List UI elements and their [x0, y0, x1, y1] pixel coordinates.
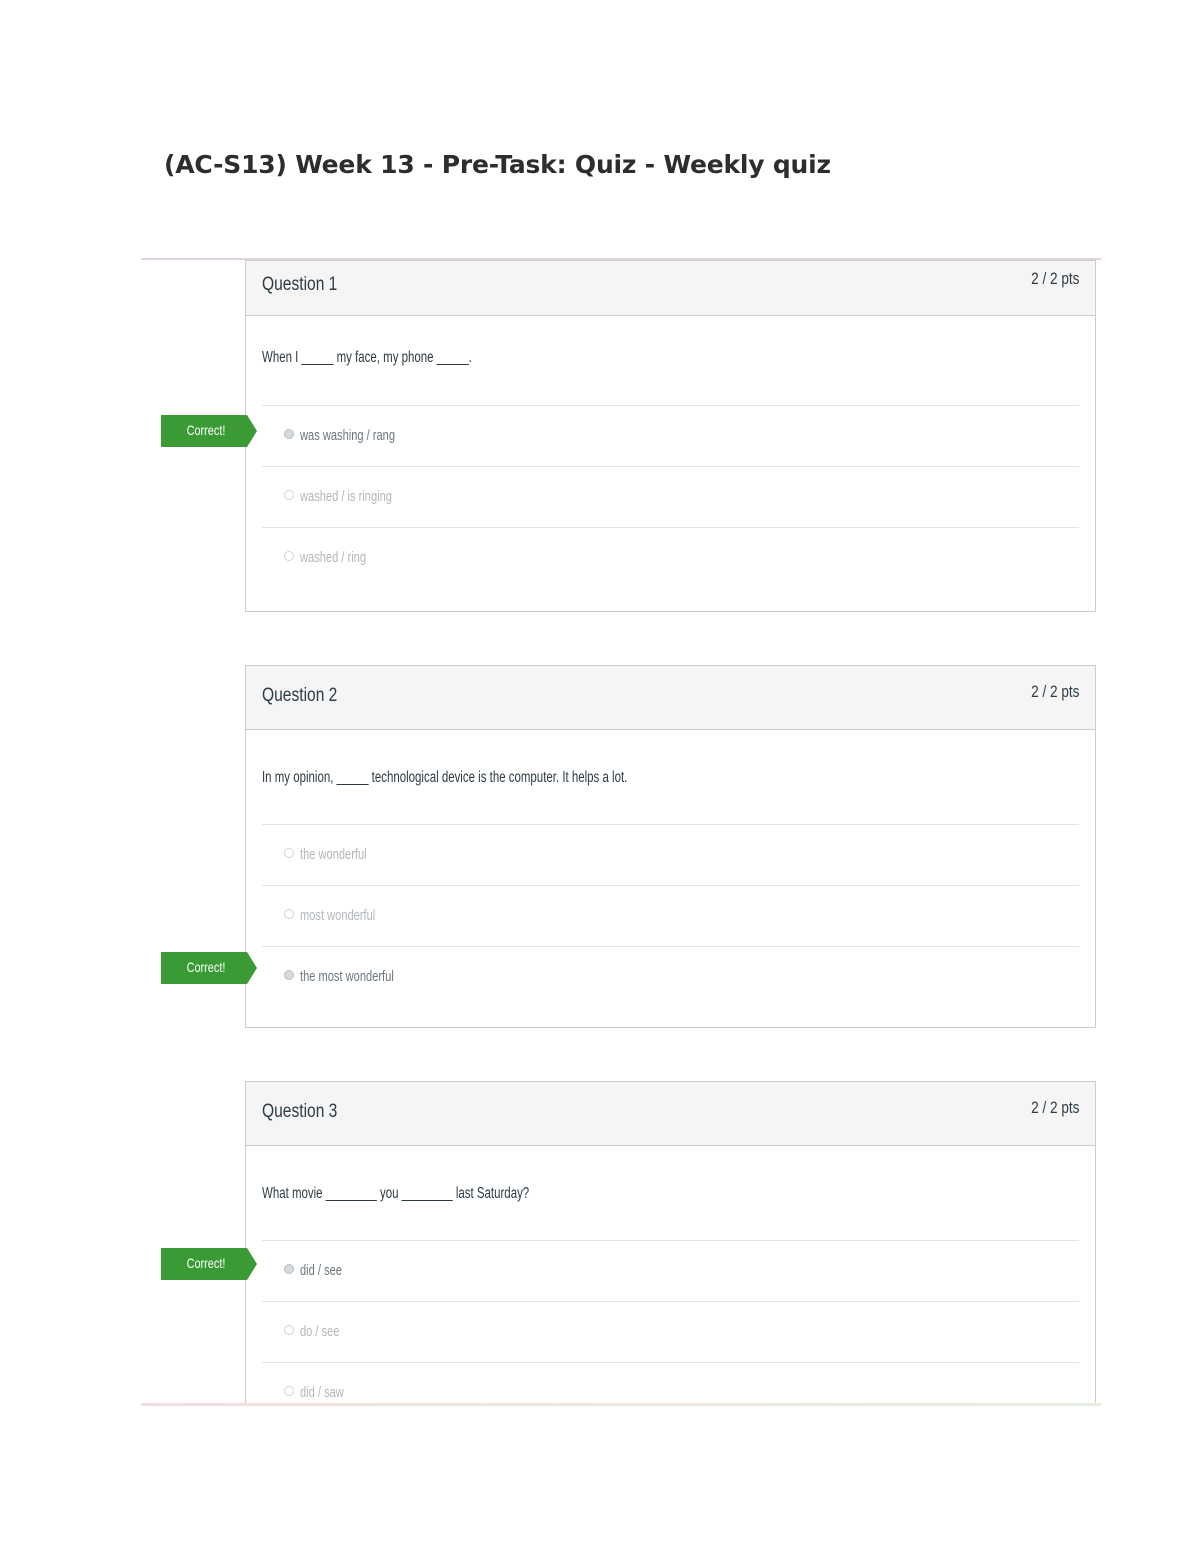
answer-option[interactable]: do / see: [262, 1301, 1079, 1362]
answer-label: the most wonderful: [300, 968, 394, 985]
correct-badge: Correct!: [161, 952, 257, 984]
screenshot-bottom-border: [141, 1403, 1101, 1406]
correct-label: Correct!: [186, 959, 226, 975]
answer-option[interactable]: most wonderful: [262, 885, 1079, 946]
radio-selected-icon[interactable]: [284, 970, 294, 980]
answer-label: most wonderful: [300, 907, 376, 924]
question-header: Question 2 2 / 2 pts: [246, 666, 1095, 730]
question-title: Question 3: [262, 1101, 338, 1122]
answer-list: the wonderful most wonderful the most wo…: [262, 824, 1079, 1007]
question-points: 2 / 2 pts: [1030, 682, 1079, 701]
answer-label: washed / is ringing: [300, 488, 392, 505]
question-text: What movie ________ you ________ last Sa…: [262, 1185, 530, 1202]
question-text: When I _____ my face, my phone _____.: [262, 349, 472, 366]
radio-selected-icon[interactable]: [284, 1264, 294, 1274]
question-text: In my opinion, _____ technological devic…: [262, 769, 628, 786]
radio-icon[interactable]: [284, 848, 294, 858]
answer-option[interactable]: washed / ring: [262, 527, 1079, 588]
answer-option[interactable]: did / see: [262, 1240, 1079, 1301]
answer-label: do / see: [300, 1323, 340, 1340]
question-header: Question 3 2 / 2 pts: [246, 1082, 1095, 1146]
answer-label: did / saw: [300, 1384, 344, 1401]
answer-label: washed / ring: [300, 549, 367, 566]
answer-label: the wonderful: [300, 846, 367, 863]
radio-icon[interactable]: [284, 551, 294, 561]
correct-label: Correct!: [186, 1255, 226, 1271]
question-points: 2 / 2 pts: [1030, 269, 1079, 288]
answer-option[interactable]: the wonderful: [262, 824, 1079, 885]
answer-label: was washing / rang: [300, 427, 396, 444]
correct-badge: Correct!: [161, 1248, 257, 1280]
question-card-3: Question 3 2 / 2 pts What movie ________…: [245, 1081, 1096, 1403]
answer-option[interactable]: was washing / rang: [262, 405, 1079, 466]
answer-option[interactable]: did / saw: [262, 1362, 1079, 1403]
radio-icon[interactable]: [284, 490, 294, 500]
radio-icon[interactable]: [284, 1386, 294, 1396]
answer-option[interactable]: washed / is ringing: [262, 466, 1079, 527]
correct-badge: Correct!: [161, 415, 257, 447]
question-points: 2 / 2 pts: [1030, 1098, 1079, 1117]
radio-icon[interactable]: [284, 1325, 294, 1335]
answer-option[interactable]: the most wonderful: [262, 946, 1079, 1007]
question-card-2: Question 2 2 / 2 pts In my opinion, ____…: [245, 665, 1096, 1028]
question-title: Question 1: [262, 274, 338, 295]
radio-icon[interactable]: [284, 909, 294, 919]
correct-label: Correct!: [186, 422, 226, 438]
page-title: (AC-S13) Week 13 - Pre-Task: Quiz - Week…: [164, 150, 831, 179]
radio-selected-icon[interactable]: [284, 429, 294, 439]
answer-list: did / see do / see did / saw: [262, 1240, 1079, 1403]
answer-label: did / see: [300, 1262, 342, 1279]
answer-list: was washing / rang washed / is ringing w…: [262, 405, 1079, 588]
question-header: Question 1 2 / 2 pts: [246, 261, 1095, 316]
question-title: Question 2: [262, 685, 338, 706]
question-card-1: Question 1 2 / 2 pts When I _____ my fac…: [245, 260, 1096, 612]
